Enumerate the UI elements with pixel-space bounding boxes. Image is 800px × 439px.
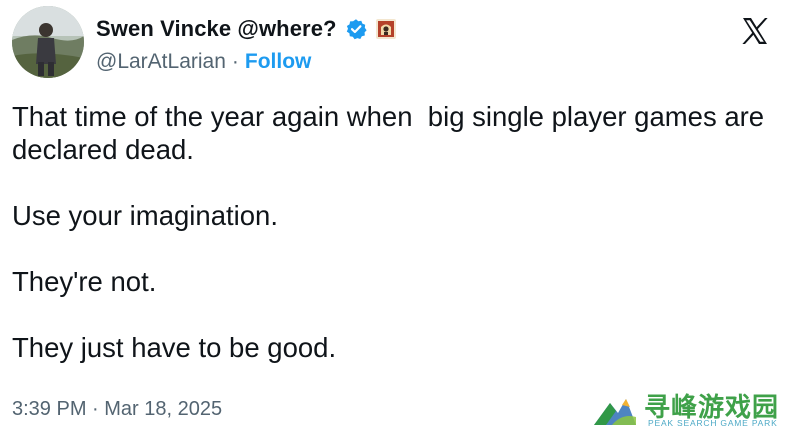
tweet-paragraph: They're not. [12,266,157,297]
mountain-logo-icon [594,399,636,425]
tweet-timestamp[interactable]: 3:39 PM · Mar 18, 2025 [12,398,222,421]
avatar-image [12,6,84,78]
verified-badge-icon [346,19,367,40]
watermark-subtitle: PEAK SEARCH GAME PARK [648,418,778,428]
tweet-text: That time of the year again when big sin… [12,100,782,364]
profile-emoji-icon [375,19,396,39]
author-handle[interactable]: @LarAtLarian [96,50,226,74]
watermark: 寻峰游戏园 PEAK SEARCH GAME PARK [592,387,794,431]
author-name-row: Swen Vincke @where? [96,12,397,46]
tweet-paragraph: That time of the year again when big sin… [12,101,772,165]
follow-button[interactable]: Follow [245,50,312,74]
x-logo-icon[interactable] [740,16,770,46]
handle-separator: · [231,50,239,73]
tweet-paragraph: Use your imagination. [12,200,278,231]
avatar[interactable] [12,6,84,78]
tweet-card: Swen Vincke @where? @LarAtLarian · Follo… [0,0,800,439]
author-display-name[interactable]: Swen Vincke @where? [96,16,337,42]
tweet-paragraph: They just have to be good. [12,332,337,363]
author-handle-row: @LarAtLarian · Follow [96,46,311,78]
